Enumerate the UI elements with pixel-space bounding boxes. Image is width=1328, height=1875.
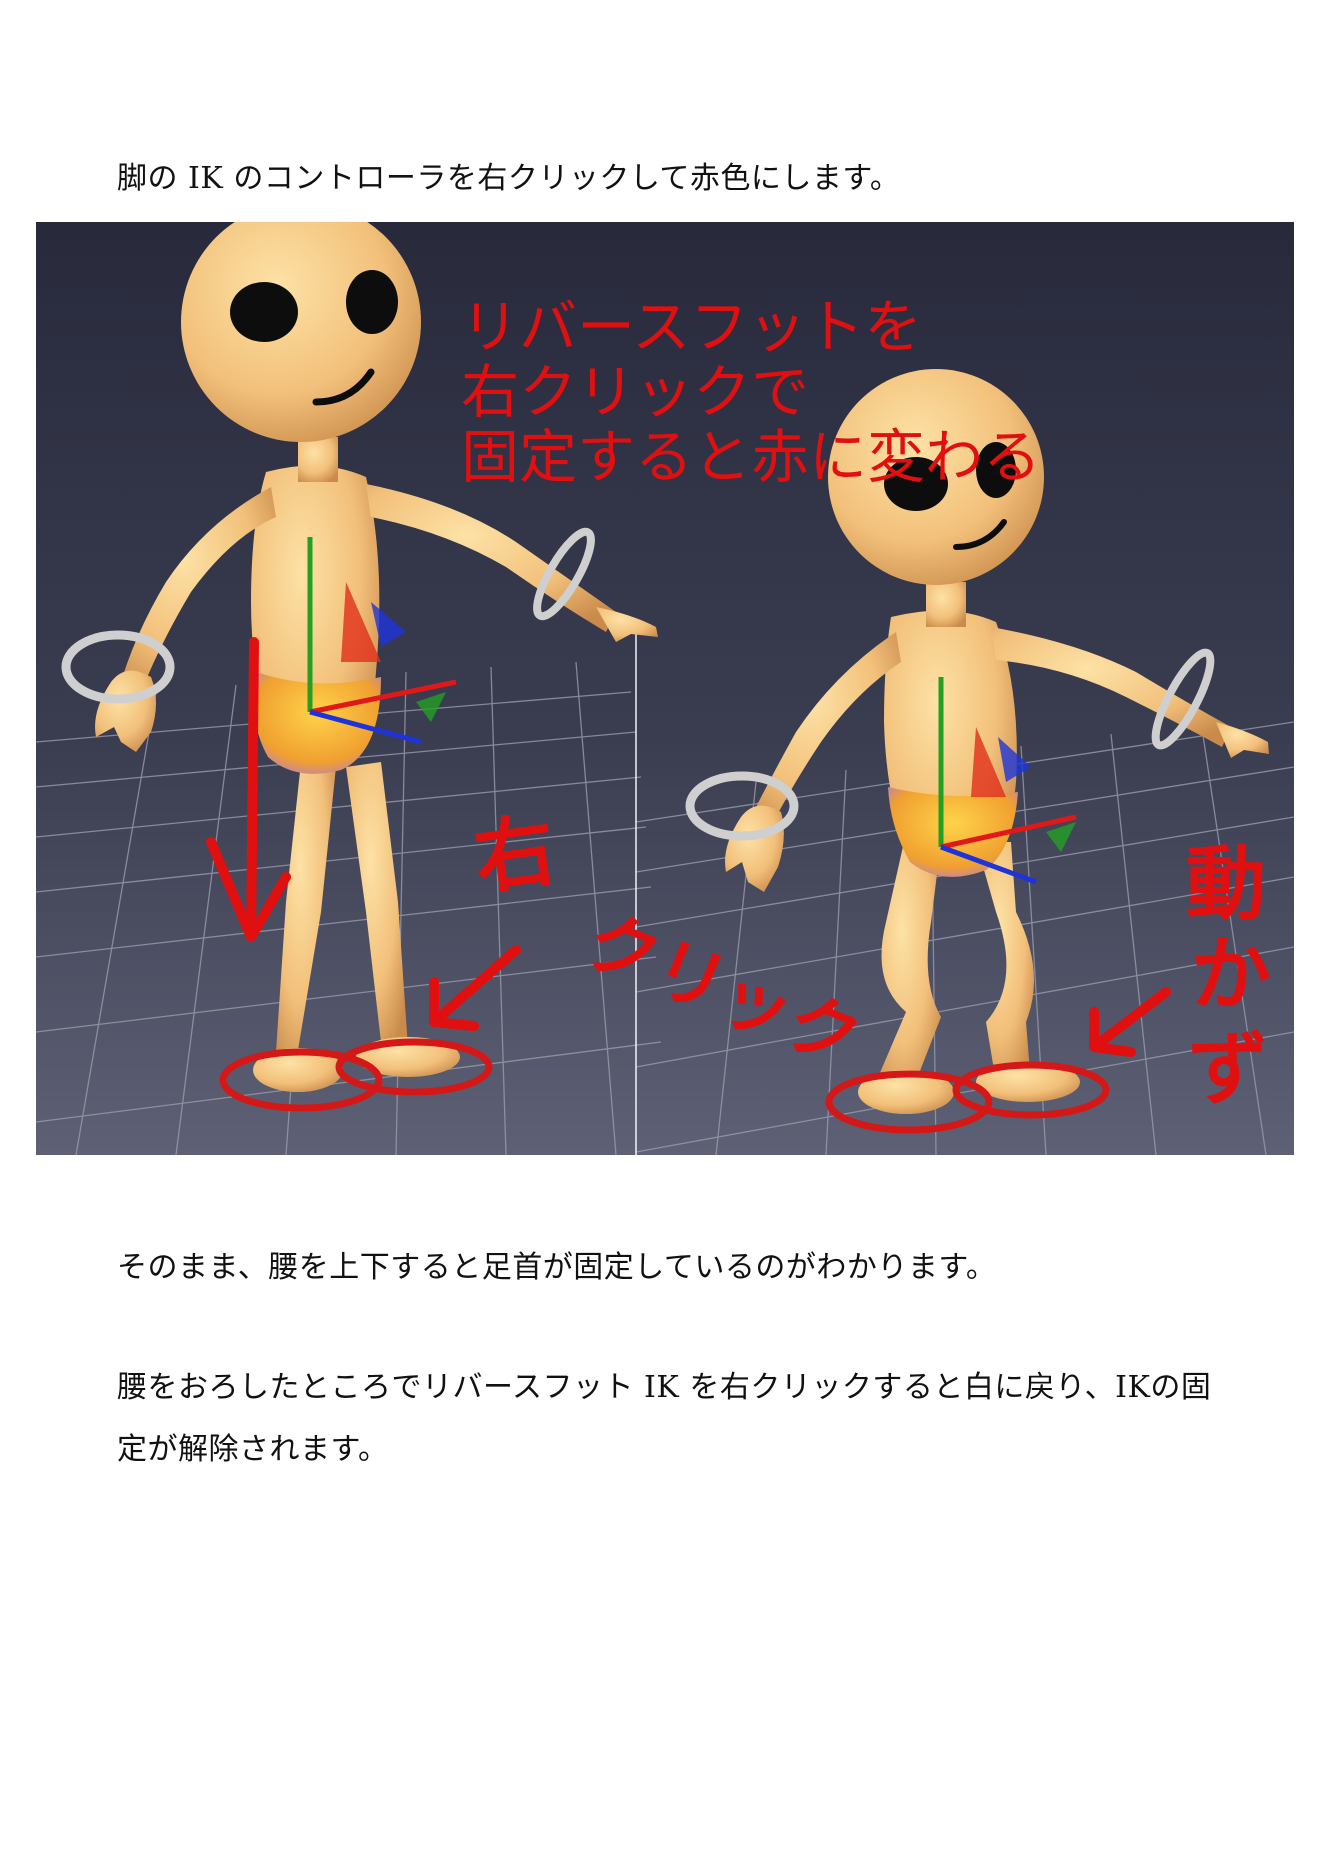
viewport-screenshot: リバースフットを 右クリックで 固定すると赤に変わる 右 クリック 動 か ず [36,222,1294,1155]
svg-text:動: 動 [1186,838,1266,931]
svg-text:ず: ず [1188,1023,1268,1116]
annotation-line-3: 固定すると赤に変わる [461,423,1041,491]
intro-paragraph: 脚の IK のコントローラを右クリックして赤色にします。 [117,161,901,196]
annotation-line-1: リバースフットを [461,293,922,361]
svg-text:右: 右 [469,803,561,906]
release-paragraph: 腰をおろしたところでリバースフット IK を右クリックすると白に戻り、IKの固定… [117,1370,1212,1467]
handwritten-not-move: 動 か ず [1186,838,1271,1116]
hip-move-paragraph: そのまま、腰を上下すると足首が固定しているのがわかります。 [117,1250,997,1285]
annotation-line-2: 右クリックで [461,358,809,426]
svg-text:か: か [1191,928,1271,1021]
